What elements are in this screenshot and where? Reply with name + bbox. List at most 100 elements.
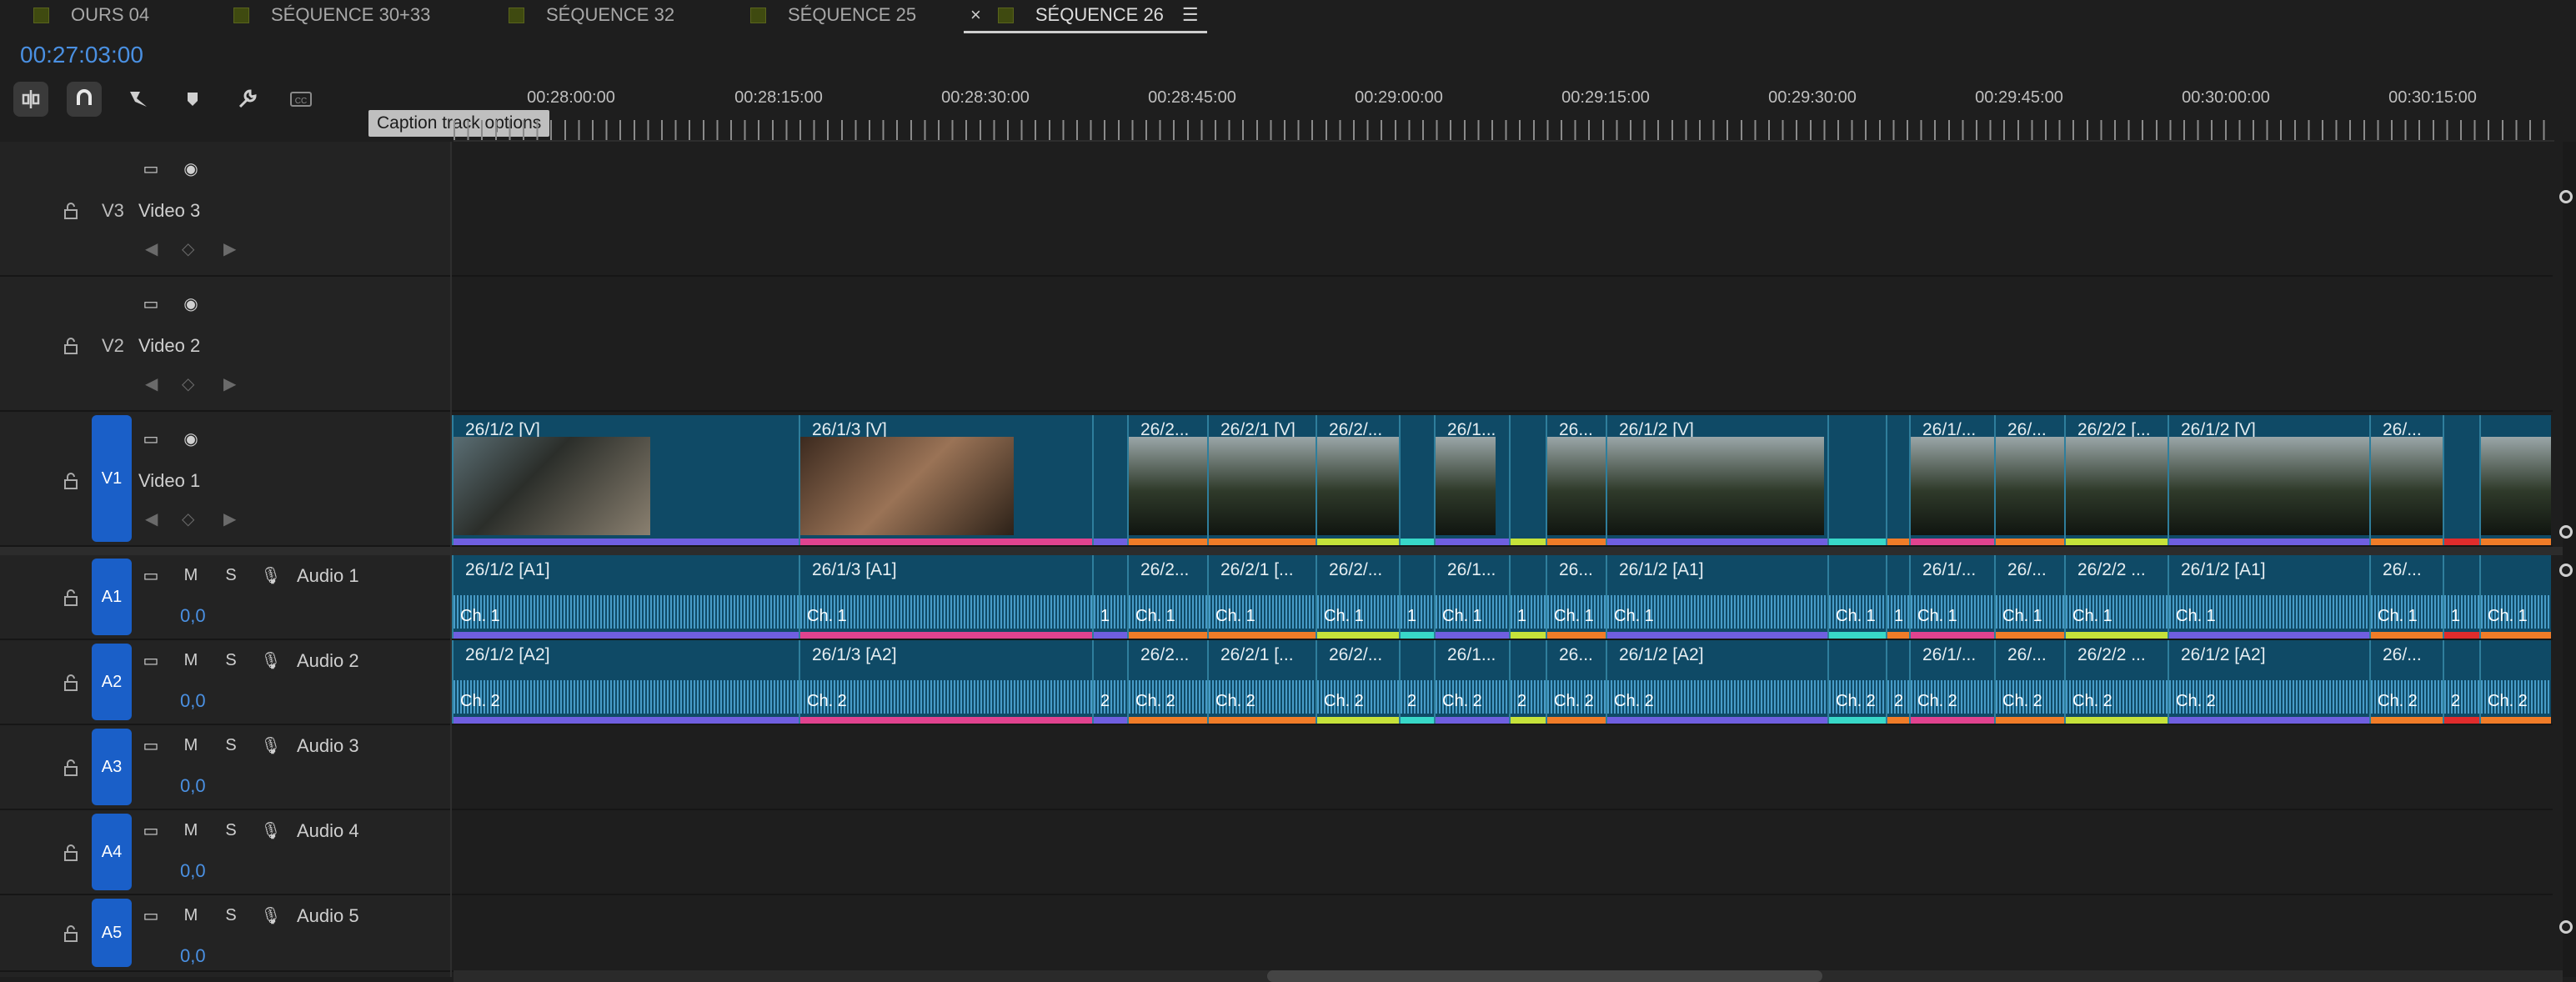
next-keyframe-icon[interactable]: ▶ [223, 509, 236, 529]
track-lane-a4[interactable] [452, 810, 2553, 895]
eye-icon[interactable]: ◉ [178, 428, 203, 448]
video-clip[interactable] [1886, 415, 1909, 545]
track-volume[interactable]: 0,0 [180, 945, 206, 967]
tab-sequence-30-33[interactable]: SÉQUENCE 30+33 [233, 0, 430, 30]
audio-clip[interactable]: 26/1/2 [A2] Ch. 2 [452, 640, 799, 724]
audio-clip[interactable]: 26/... Ch. 2 [1994, 640, 2064, 724]
add-marker-button[interactable] [175, 82, 210, 117]
audio-clip[interactable]: 26/1... Ch. 2 [1434, 640, 1509, 724]
add-keyframe-icon[interactable]: ◇ [182, 238, 194, 259]
toggle-sync-lock-icon[interactable]: ▭ [138, 735, 163, 755]
snap-button[interactable] [67, 82, 102, 117]
video-clip[interactable]: 26/2/... [1316, 415, 1399, 545]
video-clip[interactable] [1399, 415, 1434, 545]
tab-sequence-25[interactable]: SÉQUENCE 25 [750, 0, 916, 30]
audio-clip[interactable]: 26... Ch. 2 [1546, 640, 1606, 724]
video-clip[interactable] [2479, 415, 2551, 545]
add-keyframe-icon[interactable]: ◇ [182, 509, 194, 529]
audio-clip[interactable]: 2 [1092, 640, 1127, 724]
scroll-knob[interactable] [2559, 525, 2573, 539]
next-keyframe-icon[interactable]: ▶ [223, 238, 236, 259]
track-target-a2[interactable]: A2 [92, 644, 132, 720]
mute-button[interactable]: M [178, 565, 203, 585]
toggle-sync-lock-icon[interactable]: ▭ [138, 820, 163, 840]
track-target-a3[interactable]: A3 [92, 729, 132, 805]
audio-clip[interactable]: 1 [1886, 555, 1909, 639]
audio-clip[interactable]: 26/2/2 ... Ch. 1 [2064, 555, 2168, 639]
solo-button[interactable]: S [218, 650, 243, 670]
scroll-knob[interactable] [2559, 564, 2573, 577]
toggle-sync-lock-icon[interactable]: ▭ [138, 565, 163, 585]
track-volume[interactable]: 0,0 [180, 860, 206, 882]
prev-keyframe-icon[interactable]: ◀ [145, 373, 158, 394]
audio-clip[interactable]: 26/1/... Ch. 1 [1909, 555, 1994, 639]
toggle-sync-lock-icon[interactable]: ▭ [138, 428, 163, 448]
audio-clip[interactable]: Ch. 1 [2479, 555, 2551, 639]
time-ruler[interactable]: 00:28:00:00 00:28:15:00 00:28:30:00 00:2… [454, 73, 2554, 140]
audio-clip[interactable]: 1 [1399, 555, 1434, 639]
video-clip[interactable]: 26/2... [1127, 415, 1207, 545]
solo-button[interactable]: S [218, 820, 243, 840]
video-clip[interactable]: 26/1/2 [V] [452, 415, 799, 545]
audio-clip[interactable]: 26/2... Ch. 1 [1127, 555, 1207, 639]
audio-clip[interactable]: 2 [1509, 640, 1546, 724]
lock-icon[interactable] [62, 674, 80, 691]
audio-clip[interactable]: 26/2... Ch. 2 [1127, 640, 1207, 724]
audio-clip[interactable]: 26/1/... Ch. 2 [1909, 640, 1994, 724]
horizontal-scroll-thumb[interactable] [1267, 970, 1822, 982]
eye-icon[interactable]: ◉ [178, 293, 203, 313]
audio-clip[interactable]: 26/2/1 [... Ch. 1 [1207, 555, 1316, 639]
audio-clip[interactable]: 26/2/... Ch. 1 [1316, 555, 1399, 639]
mute-button[interactable]: M [178, 820, 203, 840]
audio-clip[interactable]: 2 [1886, 640, 1909, 724]
toggle-sync-lock-icon[interactable]: ▭ [138, 905, 163, 925]
video-clip[interactable] [1509, 415, 1546, 545]
video-clip[interactable]: 26/2/1 [V] [1207, 415, 1316, 545]
toggle-sync-lock-icon[interactable]: ▭ [138, 293, 163, 313]
audio-clip[interactable]: 26/... Ch. 2 [2369, 640, 2443, 724]
video-audio-divider[interactable] [0, 547, 2563, 555]
video-clip[interactable]: 26/2/2 [... [2064, 415, 2168, 545]
track-volume[interactable]: 0,0 [180, 775, 206, 797]
audio-clip[interactable]: 26/1/2 [A1] Ch. 1 [1606, 555, 1827, 639]
toggle-sync-lock-icon[interactable]: ▭ [138, 158, 163, 178]
solo-button[interactable]: S [218, 905, 243, 925]
solo-button[interactable]: S [218, 565, 243, 585]
tab-ours-04[interactable]: OURS 04 [33, 0, 149, 30]
add-keyframe-icon[interactable]: ◇ [182, 373, 194, 394]
timeline-settings-button[interactable] [230, 82, 265, 117]
prev-keyframe-icon[interactable]: ◀ [145, 509, 158, 529]
track-target-a4[interactable]: A4 [92, 814, 132, 890]
audio-clip[interactable]: Ch. 1 [1827, 555, 1886, 639]
toggle-sync-lock-icon[interactable]: ▭ [138, 650, 163, 670]
video-clip[interactable]: 26/... [1994, 415, 2064, 545]
tab-sequence-26[interactable]: × SÉQUENCE 26 ☰ [964, 0, 1207, 33]
track-volume[interactable]: 0,0 [180, 605, 206, 627]
video-clip[interactable]: 26/1/2 [V] [1606, 415, 1827, 545]
audio-clip[interactable]: 26/... Ch. 1 [2369, 555, 2443, 639]
next-keyframe-icon[interactable]: ▶ [223, 373, 236, 394]
track-lane-a3[interactable] [452, 725, 2553, 810]
video-clip[interactable]: 26/1... [1434, 415, 1509, 545]
audio-clip[interactable]: 26/1/2 [A2] Ch. 2 [2168, 640, 2369, 724]
audio-clip[interactable]: 2 [1399, 640, 1434, 724]
track-lane-v3[interactable] [452, 142, 2553, 277]
prev-keyframe-icon[interactable]: ◀ [145, 238, 158, 259]
track-target-a1[interactable]: A1 [92, 559, 132, 635]
audio-clip[interactable]: 1 [1092, 555, 1127, 639]
tab-sequence-32[interactable]: SÉQUENCE 32 [509, 0, 674, 30]
video-clip[interactable]: 26/1/2 [V] [2168, 415, 2369, 545]
audio-clip[interactable]: 2 [2443, 640, 2479, 724]
lock-icon[interactable] [62, 924, 80, 942]
lock-icon[interactable] [62, 472, 80, 489]
eye-icon[interactable]: ◉ [178, 158, 203, 178]
audio-clip[interactable]: 26/2/2 ... Ch. 2 [2064, 640, 2168, 724]
mute-button[interactable]: M [178, 735, 203, 755]
video-clip[interactable] [2443, 415, 2479, 545]
audio-clip[interactable]: Ch. 2 [1827, 640, 1886, 724]
video-clip[interactable]: 26/... [2369, 415, 2443, 545]
mute-button[interactable]: M [178, 905, 203, 925]
audio-clip[interactable]: Ch. 2 [2479, 640, 2551, 724]
audio-clip[interactable]: 1 [2443, 555, 2479, 639]
track-volume[interactable]: 0,0 [180, 690, 206, 712]
